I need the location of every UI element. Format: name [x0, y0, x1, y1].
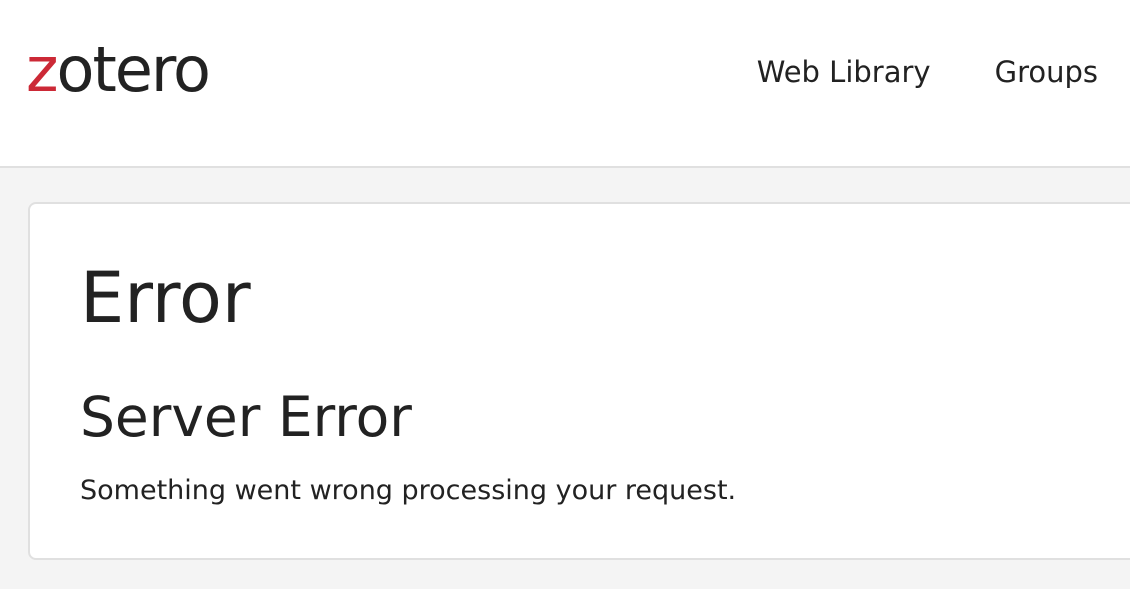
main-nav: Web Library Groups — [757, 50, 1098, 94]
logo-rest: otero — [56, 33, 211, 106]
site-header: zotero Web Library Groups — [0, 0, 1130, 168]
error-message: Something went wrong processing your req… — [80, 475, 737, 506]
logo-accent-letter: z — [26, 33, 59, 106]
page-title: Error — [80, 257, 251, 339]
nav-groups-link[interactable]: Groups — [995, 55, 1098, 89]
nav-web-library-link[interactable]: Web Library — [757, 55, 931, 89]
error-heading: Server Error — [80, 385, 412, 449]
zotero-logo[interactable]: zotero — [26, 30, 211, 110]
error-card: Error Server Error Something went wrong … — [28, 202, 1130, 560]
